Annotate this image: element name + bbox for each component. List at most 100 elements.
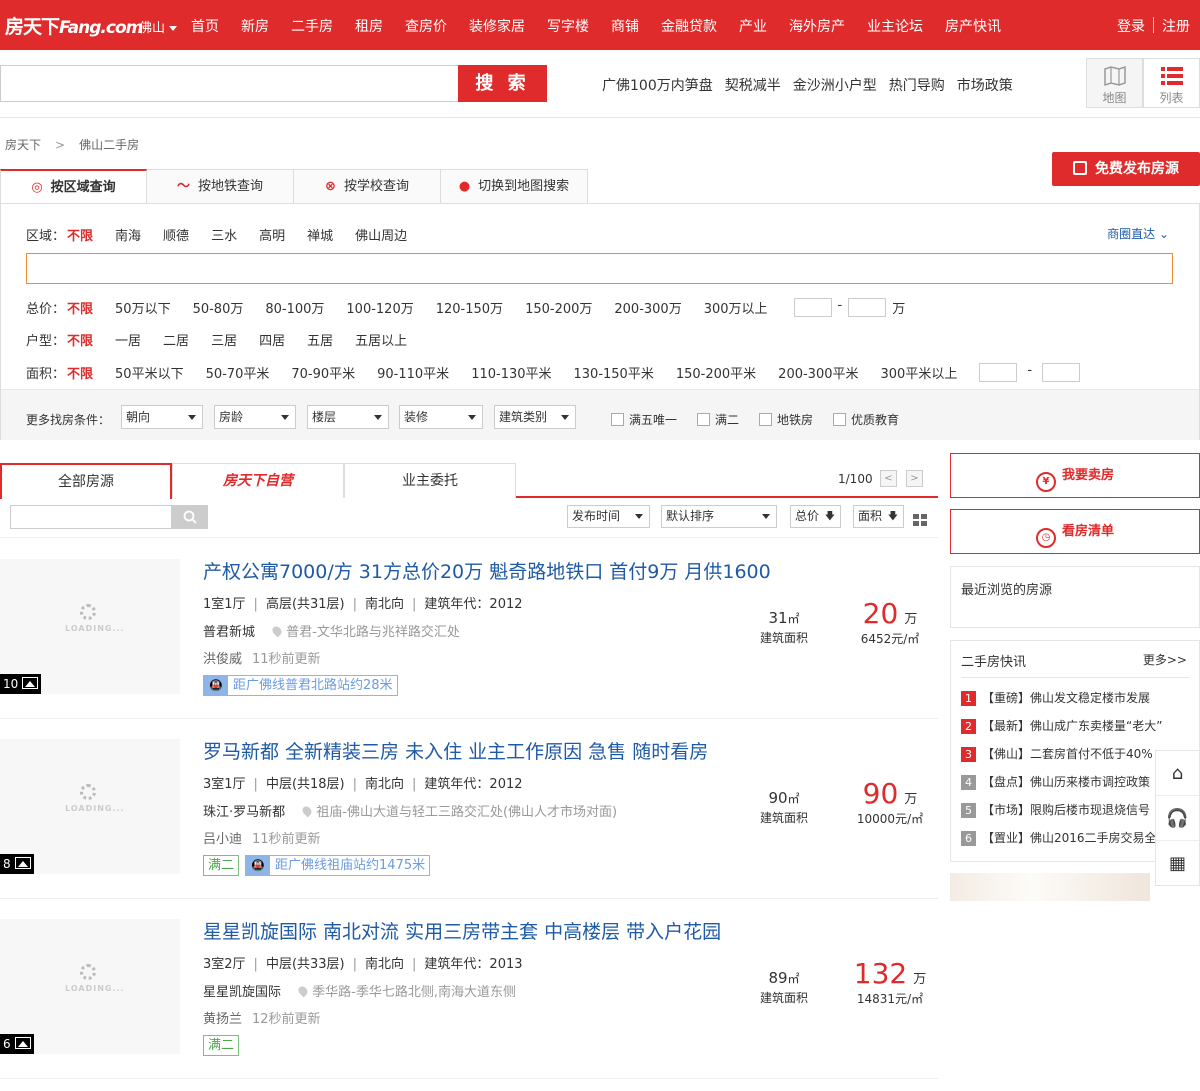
filter-option[interactable]: 110-130平米 xyxy=(471,363,551,382)
sort-total-price[interactable]: 总价 🡇 xyxy=(790,505,841,528)
filter-option[interactable]: 五居 xyxy=(307,330,333,349)
filter-option[interactable]: 120-150万 xyxy=(436,298,503,317)
sort-default[interactable]: 默认排序 xyxy=(661,505,777,528)
filter-option[interactable]: 四居 xyxy=(259,330,285,349)
tab-by-district[interactable]: ◎ 按区域查询 xyxy=(0,169,147,204)
filter-option[interactable]: 南海 xyxy=(115,225,141,244)
estate-link[interactable]: 星星凯旋国际 xyxy=(203,985,281,1000)
keyword-input[interactable] xyxy=(10,505,172,529)
price-max-input[interactable] xyxy=(848,298,887,317)
nav-item[interactable]: 新房 xyxy=(241,16,269,36)
register-link[interactable]: 注册 xyxy=(1162,16,1190,36)
breadcrumb-item[interactable]: 房天下 xyxy=(5,138,41,152)
nav-item[interactable]: 查房价 xyxy=(405,16,447,36)
filter-option[interactable]: 顺德 xyxy=(163,225,189,244)
checkbox-subway[interactable]: 地铁房 xyxy=(759,411,813,428)
city-selector[interactable]: 佛山 xyxy=(139,17,178,36)
filter-option[interactable]: 130-150平米 xyxy=(574,363,654,382)
listing-thumbnail[interactable]: LOADING... 8 xyxy=(0,739,180,874)
tab-map-search[interactable]: ● 切换到地图搜索 xyxy=(441,169,588,204)
nav-item[interactable]: 金融贷款 xyxy=(661,16,717,36)
news-item[interactable]: 2 【最新】佛山成广东卖楼量“老大” xyxy=(961,717,1199,745)
nav-item[interactable]: 写字楼 xyxy=(547,16,589,36)
sort-publish-time[interactable]: 发布时间 xyxy=(567,505,650,528)
floor-dropdown[interactable]: 楼层 xyxy=(307,405,389,429)
district-sub-panel[interactable] xyxy=(26,253,1173,284)
search-button[interactable]: 搜 索 xyxy=(458,65,547,102)
grid-view-icon[interactable] xyxy=(913,514,928,526)
hot-link[interactable]: 热门导购 xyxy=(889,75,945,95)
prev-page-button[interactable]: < xyxy=(880,470,897,487)
listing-item[interactable]: LOADING... 10 产权公寓7000/方 31方总价20万 魁奇路地铁口… xyxy=(0,539,938,719)
map-view-button[interactable]: 地图 xyxy=(1086,58,1143,108)
filter-option[interactable]: 300万以上 xyxy=(704,298,768,317)
filter-option[interactable]: 70-90平米 xyxy=(291,363,355,382)
filter-option[interactable]: 三水 xyxy=(211,225,237,244)
filter-option[interactable]: 二居 xyxy=(163,330,189,349)
filter-option[interactable]: 三居 xyxy=(211,330,237,349)
filter-option[interactable]: 150-200平米 xyxy=(676,363,756,382)
shangquan-link[interactable]: 商圈直达 ⌄ xyxy=(1107,225,1169,242)
filter-option[interactable]: 不限 xyxy=(67,330,93,349)
hot-link[interactable]: 契税减半 xyxy=(725,75,781,95)
viewing-list-button[interactable]: ◷ 看房清单 xyxy=(950,509,1200,554)
agent-name[interactable]: 吕小迪 xyxy=(203,832,242,847)
list-view-button[interactable]: 列表 xyxy=(1143,58,1200,108)
house-yen-float-icon[interactable]: ⌂ xyxy=(1156,751,1199,796)
filter-option[interactable]: 50万以下 xyxy=(115,298,171,317)
qrcode-icon[interactable]: ▦ xyxy=(1156,841,1199,886)
checkbox-education[interactable]: 优质教育 xyxy=(833,411,899,428)
area-max-input[interactable] xyxy=(1042,363,1081,382)
filter-option[interactable]: 100-120万 xyxy=(346,298,413,317)
agent-name[interactable]: 洪俊威 xyxy=(203,652,242,667)
checkbox-maner[interactable]: 满二 xyxy=(697,411,739,428)
filter-option[interactable]: 一居 xyxy=(115,330,141,349)
keyword-search-button[interactable] xyxy=(172,505,208,529)
nav-item[interactable]: 房产快讯 xyxy=(945,16,1001,36)
nav-item[interactable]: 产业 xyxy=(739,16,767,36)
filter-option[interactable]: 禅城 xyxy=(307,225,333,244)
sell-house-button[interactable]: ¥ 我要卖房 xyxy=(950,453,1200,498)
listing-title[interactable]: 罗马新都 全新精装三房 未入住 业主工作原因 急售 随时看房 xyxy=(203,737,708,764)
nav-item[interactable]: 业主论坛 xyxy=(867,16,923,36)
publish-listing-button[interactable]: 免费发布房源 xyxy=(1052,152,1200,186)
estate-link[interactable]: 普君新城 xyxy=(203,625,255,640)
login-link[interactable]: 登录 xyxy=(1117,16,1145,36)
area-min-input[interactable] xyxy=(979,363,1018,382)
breadcrumb-item[interactable]: 佛山二手房 xyxy=(79,138,139,152)
sidebar-ad-image[interactable] xyxy=(950,873,1150,901)
tab-fang-self-run[interactable]: 房天下自营 xyxy=(172,463,344,498)
next-page-button[interactable]: > xyxy=(906,470,923,487)
price-min-input[interactable] xyxy=(793,298,832,317)
nav-item[interactable]: 二手房 xyxy=(291,16,333,36)
filter-option[interactable]: 不限 xyxy=(67,225,93,244)
filter-option[interactable]: 不限 xyxy=(67,298,93,317)
search-input[interactable] xyxy=(0,65,458,102)
headset-icon[interactable]: 🎧 xyxy=(1156,796,1199,841)
nav-item[interactable]: 装修家居 xyxy=(469,16,525,36)
listing-thumbnail[interactable]: LOADING... 6 xyxy=(0,919,180,1054)
listing-title[interactable]: 星星凯旋国际 南北对流 实用三房带主套 中高楼层 带入户花园 xyxy=(203,917,721,944)
listing-item[interactable]: LOADING... 8 罗马新都 全新精装三房 未入住 业主工作原因 急售 随… xyxy=(0,719,938,899)
filter-option[interactable]: 50平米以下 xyxy=(115,363,184,382)
filter-option[interactable]: 90-110平米 xyxy=(377,363,449,382)
filter-option[interactable]: 高明 xyxy=(259,225,285,244)
filter-option[interactable]: 150-200万 xyxy=(525,298,592,317)
nav-item[interactable]: 海外房产 xyxy=(789,16,845,36)
news-more-link[interactable]: 更多>> xyxy=(1143,651,1187,668)
tab-all-listings[interactable]: 全部房源 xyxy=(0,463,172,499)
tab-owner-entrusted[interactable]: 业主委托 xyxy=(344,463,516,498)
tab-by-subway[interactable]: 〜按地铁查询 xyxy=(147,169,294,204)
checkbox-manwu[interactable]: 满五唯一 xyxy=(611,411,677,428)
filter-option[interactable]: 200-300平米 xyxy=(778,363,858,382)
filter-option[interactable]: 300平米以上 xyxy=(881,363,958,382)
filter-option[interactable]: 五居以上 xyxy=(355,330,407,349)
sort-area[interactable]: 面积 🡇 xyxy=(853,505,904,528)
news-item[interactable]: 1 【重磅】佛山发文稳定楼市发展 xyxy=(961,689,1199,717)
filter-option[interactable]: 200-300万 xyxy=(614,298,681,317)
nav-item[interactable]: 租房 xyxy=(355,16,383,36)
nav-item[interactable]: 商铺 xyxy=(611,16,639,36)
listing-item[interactable]: LOADING... 6 星星凯旋国际 南北对流 实用三房带主套 中高楼层 带入… xyxy=(0,899,938,1079)
listing-title[interactable]: 产权公寓7000/方 31方总价20万 魁奇路地铁口 首付9万 月供1600 xyxy=(203,557,771,584)
orientation-dropdown[interactable]: 朝向 xyxy=(121,405,203,429)
